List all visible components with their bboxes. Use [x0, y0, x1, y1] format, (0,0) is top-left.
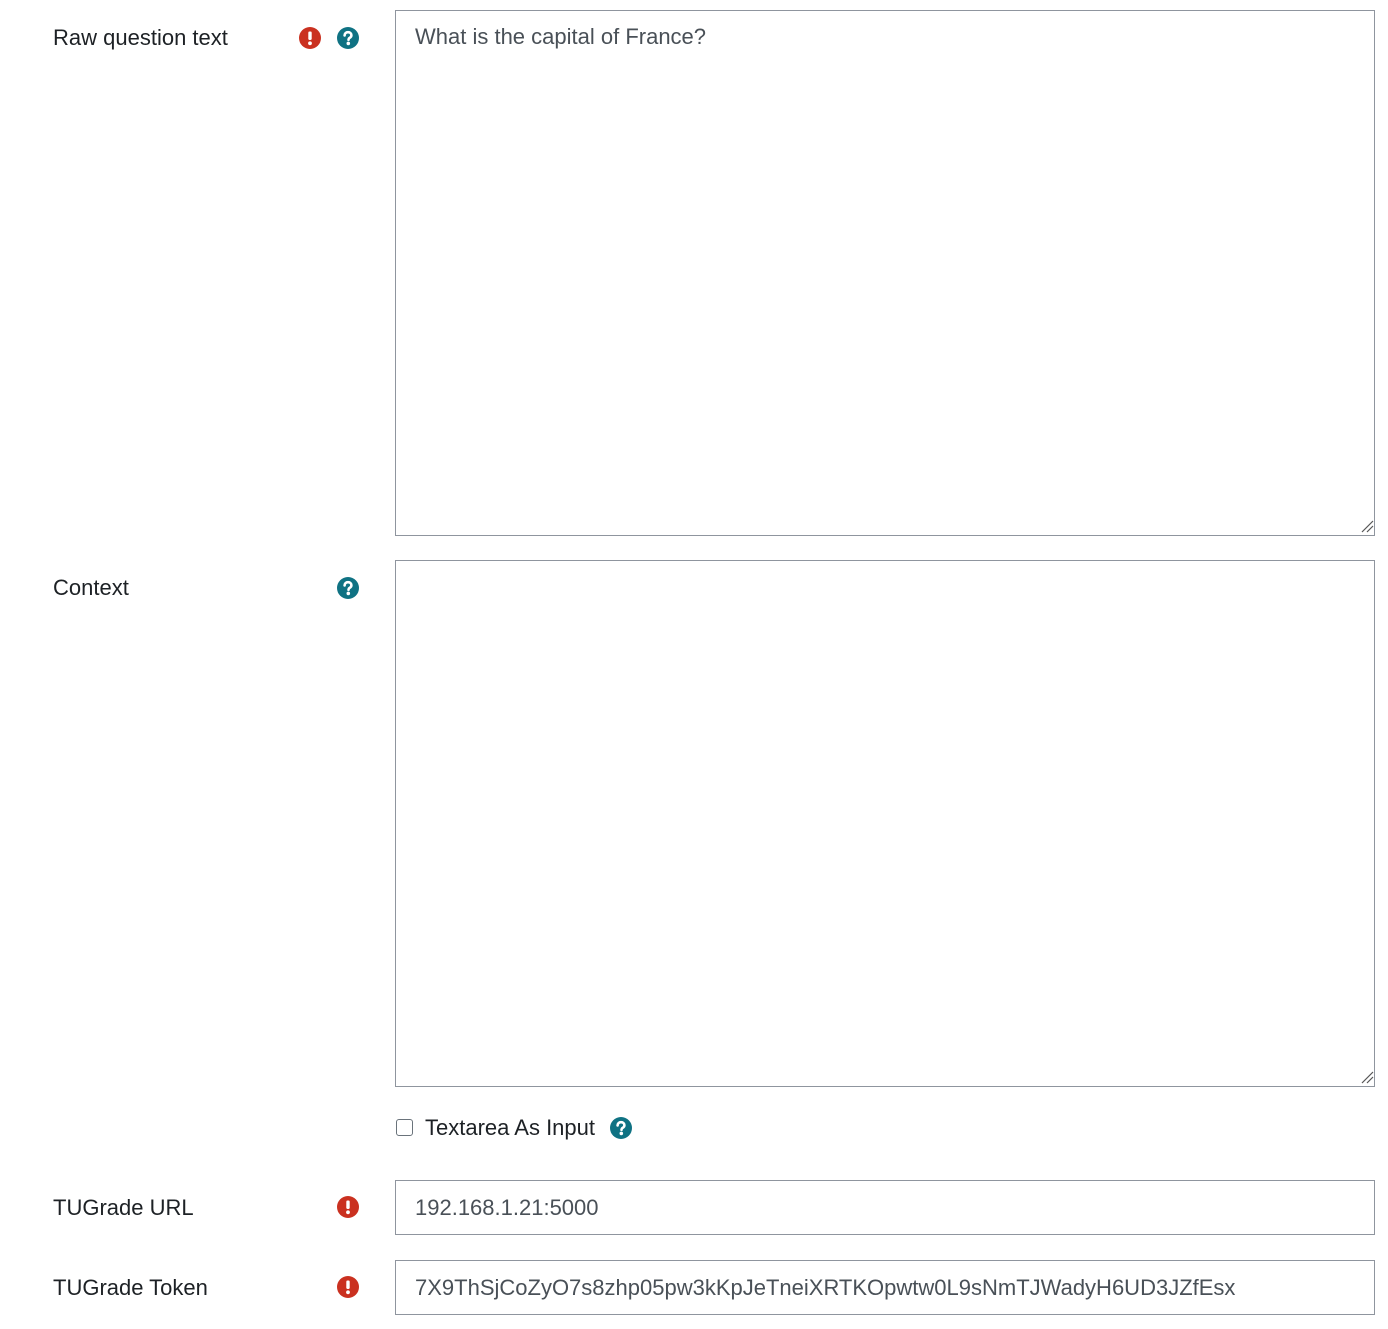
tugrade-url-label: TUGrade URL — [53, 1195, 194, 1220]
textarea-as-input-label[interactable]: Textarea As Input — [425, 1114, 595, 1142]
required-exclamation-icon — [299, 27, 321, 49]
required-exclamation-icon — [337, 1196, 359, 1218]
raw-question-textarea[interactable]: What is the capital of France? — [395, 10, 1375, 536]
tugrade-url-input[interactable] — [395, 1180, 1375, 1235]
tugrade-token-input[interactable] — [395, 1260, 1375, 1315]
help-question-icon[interactable] — [337, 577, 359, 599]
resize-grip-icon[interactable] — [1360, 1070, 1374, 1084]
resize-grip-icon[interactable] — [1360, 519, 1374, 533]
raw-question-label: Raw question text — [53, 25, 228, 50]
help-question-icon[interactable] — [337, 27, 359, 49]
required-exclamation-icon — [337, 1276, 359, 1298]
tugrade-token-label: TUGrade Token — [53, 1275, 208, 1300]
textarea-as-input-checkbox[interactable] — [396, 1119, 413, 1136]
context-textarea[interactable] — [395, 560, 1375, 1087]
help-question-icon[interactable] — [610, 1117, 632, 1139]
context-label: Context — [53, 575, 129, 600]
